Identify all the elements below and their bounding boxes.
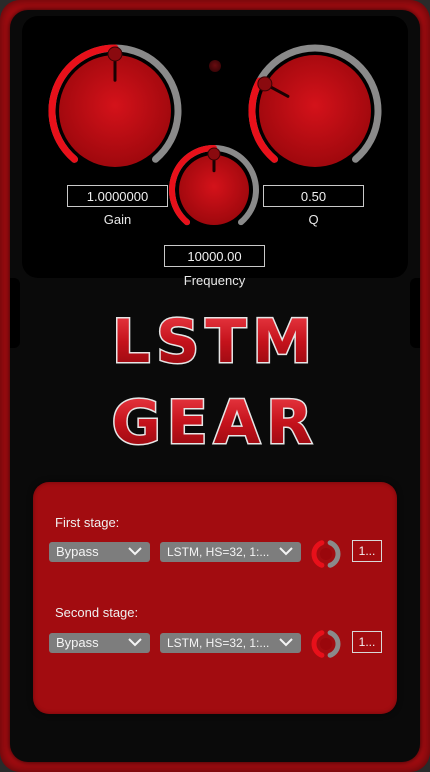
second-stage-mode-select[interactable]: Bypass — [49, 633, 150, 653]
gain-value-field[interactable]: 1.0000000 — [67, 185, 168, 207]
gain-label: Gain — [103, 212, 132, 227]
first-stage-model-value: LSTM, HS=32, 1:... — [167, 545, 270, 559]
q-value-field[interactable]: 0.50 — [263, 185, 364, 207]
q-knob[interactable] — [248, 44, 382, 178]
status-led — [209, 60, 221, 72]
first-stage-mode-select[interactable]: Bypass — [49, 542, 150, 562]
second-stage-model-value: LSTM, HS=32, 1:... — [167, 636, 270, 650]
knob-handle — [257, 76, 273, 92]
gain-knob[interactable] — [48, 44, 182, 178]
logo-line-2: GEAR — [112, 388, 319, 458]
second-stage-label: Second stage: — [55, 605, 139, 620]
first-stage-label: First stage: — [55, 515, 120, 530]
knob-handle — [107, 46, 123, 62]
second-stage-mix-knob[interactable] — [309, 627, 343, 666]
chevron-down-icon — [279, 638, 293, 647]
chevron-down-icon — [128, 638, 142, 647]
frequency-knob[interactable] — [168, 144, 260, 236]
frequency-label: Frequency — [183, 273, 246, 288]
q-label: Q — [308, 212, 319, 227]
knob-handle — [207, 147, 221, 161]
first-stage-options-button[interactable]: 1... — [352, 540, 382, 562]
chevron-down-icon — [279, 547, 293, 556]
knob-body — [259, 55, 371, 167]
chevron-down-icon — [128, 547, 142, 556]
second-stage-mode-value: Bypass — [56, 635, 99, 650]
logo: LSTM GEAR — [0, 300, 430, 460]
logo-line-1: LSTM — [112, 307, 318, 377]
first-stage-mode-value: Bypass — [56, 544, 99, 559]
first-stage-mix-knob[interactable] — [309, 537, 343, 576]
first-stage-model-select[interactable]: LSTM, HS=32, 1:... — [160, 542, 301, 562]
second-stage-model-select[interactable]: LSTM, HS=32, 1:... — [160, 633, 301, 653]
knob-body — [320, 548, 332, 560]
knob-body — [320, 638, 332, 650]
second-stage-options-button[interactable]: 1... — [352, 631, 382, 653]
frequency-value-field[interactable]: 10000.00 — [164, 245, 265, 267]
